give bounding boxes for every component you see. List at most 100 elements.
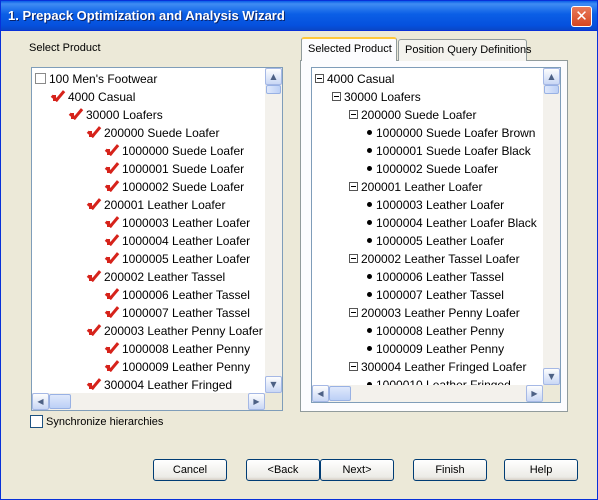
tree-node-label: 4000 Casual (327, 72, 395, 86)
tree-node[interactable]: 1000008 Leather Penny (107, 340, 250, 358)
tree-node[interactable]: 30000 Loafers (71, 106, 163, 124)
tree-node[interactable]: 1000001 Suede Loafer Black (367, 142, 531, 160)
horizontal-scroll-thumb[interactable] (329, 386, 351, 401)
tree-node[interactable]: 1000001 Suede Loafer (107, 160, 244, 178)
tree-node[interactable]: 1000010 Leather Fringed (367, 376, 511, 385)
tree-node[interactable]: 30000 Loafers (332, 88, 421, 106)
tree-node[interactable]: 1000003 Leather Loafer (107, 214, 250, 232)
tree-node[interactable]: 200001 Leather Loafer (349, 178, 482, 196)
checked-checkbox-icon[interactable] (107, 217, 121, 228)
product-tree: 100 Men's Footwear 4000 Casual 30000 Loafe… (32, 68, 265, 393)
vertical-scroll-thumb[interactable] (544, 85, 559, 94)
tree-node-label: 1000002 Suede Loafer (122, 180, 245, 194)
checked-checkbox-icon[interactable] (107, 343, 121, 354)
checked-checkbox-icon[interactable] (107, 145, 121, 156)
checked-checkbox-icon[interactable] (89, 379, 103, 390)
tree-node-label: 1000000 Suede Loafer Brown (376, 126, 536, 140)
scroll-right-icon[interactable]: ▶ (248, 393, 265, 410)
checked-checkbox-icon[interactable] (107, 307, 121, 318)
checked-checkbox-icon[interactable] (107, 163, 121, 174)
checked-checkbox-icon[interactable] (107, 289, 121, 300)
collapse-minus-icon[interactable] (349, 254, 358, 263)
checkbox-box[interactable] (30, 415, 43, 428)
tree-node[interactable]: 200000 Suede Loafer (89, 124, 219, 142)
tree-node[interactable]: 200001 Leather Loafer (89, 196, 225, 214)
product-tree-horizontal-scrollbar[interactable]: ◀ ▶ (32, 393, 265, 410)
checked-checkbox-icon[interactable] (89, 325, 103, 336)
tree-node[interactable]: 1000000 Suede Loafer Brown (367, 124, 535, 142)
checked-checkbox-icon[interactable] (89, 127, 103, 138)
tree-node[interactable]: 200002 Leather Tassel Loafer (349, 250, 520, 268)
tree-node[interactable]: 200000 Suede Loafer (349, 106, 476, 124)
checked-checkbox-icon[interactable] (107, 181, 121, 192)
cancel-button[interactable]: Cancel (153, 459, 227, 481)
tab-selected-product[interactable]: Selected Product (301, 37, 397, 61)
collapse-minus-icon[interactable] (315, 74, 324, 83)
tree-node[interactable]: 300004 Leather Fringed (89, 376, 232, 393)
tree-node[interactable]: 1000005 Leather Loafer (367, 232, 504, 250)
scroll-up-icon[interactable]: ▲ (543, 68, 560, 85)
scroll-down-icon[interactable]: ▼ (543, 368, 560, 385)
finish-button[interactable]: Finish (413, 459, 487, 481)
checked-checkbox-icon[interactable] (71, 109, 85, 120)
tree-node-label: 1000000 Suede Loafer (122, 144, 245, 158)
collapse-minus-icon[interactable] (332, 92, 341, 101)
tree-node[interactable]: 1000009 Leather Penny (107, 358, 250, 376)
selected-tree-vertical-scrollbar[interactable]: ▲ ▼ (543, 68, 560, 385)
scroll-down-icon[interactable]: ▼ (265, 376, 282, 393)
scroll-right-icon[interactable]: ▶ (526, 385, 543, 402)
tree-node[interactable]: 1000007 Leather Tassel (367, 286, 504, 304)
synchronize-hierarchies-checkbox[interactable]: Synchronize hierarchies (30, 415, 163, 429)
tree-node[interactable]: 1000006 Leather Tassel (107, 286, 250, 304)
collapse-minus-icon[interactable] (349, 308, 358, 317)
tree-node[interactable]: 200003 Leather Penny Loafer (89, 322, 263, 340)
tree-node[interactable]: 200003 Leather Penny Loafer (349, 304, 520, 322)
horizontal-scroll-thumb[interactable] (49, 394, 71, 409)
tree-node[interactable]: 300004 Leather Fringed Loafer (349, 358, 526, 376)
checked-checkbox-icon[interactable] (53, 91, 67, 102)
tree-node-label: 1000005 Leather Loafer (376, 234, 505, 248)
back-button[interactable]: <Back (246, 459, 320, 481)
bullet-icon (367, 166, 372, 171)
help-button[interactable]: Help (504, 459, 578, 481)
bullet-icon (367, 346, 372, 351)
tree-node[interactable]: 4000 Casual (53, 88, 135, 106)
tree-node[interactable]: 1000002 Suede Loafer (367, 160, 498, 178)
product-tree-vertical-scrollbar[interactable]: ▲ ▼ (265, 68, 282, 393)
tree-node[interactable]: 1000005 Leather Loafer (107, 250, 250, 268)
collapse-minus-icon[interactable] (349, 182, 358, 191)
vertical-scroll-thumb[interactable] (266, 85, 281, 94)
tree-node[interactable]: 4000 Casual (315, 70, 394, 88)
checked-checkbox-icon[interactable] (89, 271, 103, 282)
title-bar[interactable]: 1. Prepack Optimization and Analysis Wiz… (1, 1, 597, 31)
bullet-icon (367, 328, 372, 333)
tab-position-query-definitions[interactable]: Position Query Definitions (398, 39, 532, 61)
tree-node[interactable]: 1000008 Leather Penny (367, 322, 504, 340)
tree-node[interactable]: 1000000 Suede Loafer (107, 142, 244, 160)
scroll-up-icon[interactable]: ▲ (265, 68, 282, 85)
checked-checkbox-icon[interactable] (107, 361, 121, 372)
unchecked-checkbox-icon[interactable] (35, 73, 46, 84)
selected-tree-horizontal-scrollbar[interactable]: ◀ ▶ (312, 385, 543, 402)
tree-node[interactable]: 1000003 Leather Loafer (367, 196, 504, 214)
tree-node[interactable]: 100 Men's Footwear (35, 70, 157, 88)
next-button[interactable]: Next> (320, 459, 394, 481)
tree-node[interactable]: 1000009 Leather Penny (367, 340, 504, 358)
tree-node[interactable]: 1000004 Leather Loafer Black (367, 214, 537, 232)
collapse-minus-icon[interactable] (349, 110, 358, 119)
checked-checkbox-icon[interactable] (107, 235, 121, 246)
tree-node[interactable]: 1000007 Leather Tassel (107, 304, 250, 322)
tree-node[interactable]: 1000006 Leather Tassel (367, 268, 504, 286)
tree-node[interactable]: 1000002 Suede Loafer (107, 178, 244, 196)
checked-checkbox-icon[interactable] (89, 199, 103, 210)
tree-node-label: 200001 Leather Loafer (361, 180, 483, 194)
scroll-left-icon[interactable]: ◀ (312, 385, 329, 402)
scroll-left-icon[interactable]: ◀ (32, 393, 49, 410)
close-icon[interactable]: ✕ (571, 6, 592, 27)
tree-node[interactable]: 200002 Leather Tassel (89, 268, 225, 286)
collapse-minus-icon[interactable] (349, 362, 358, 371)
checked-checkbox-icon[interactable] (107, 253, 121, 264)
tree-node-label: 30000 Loafers (86, 108, 163, 122)
tree-node-label: 1000009 Leather Penny (376, 342, 505, 356)
tree-node[interactable]: 1000004 Leather Loafer (107, 232, 250, 250)
